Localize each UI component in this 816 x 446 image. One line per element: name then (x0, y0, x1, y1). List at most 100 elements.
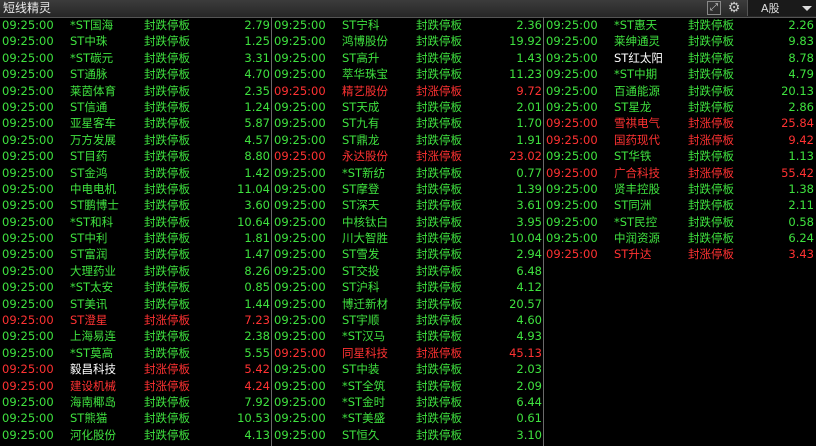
alert-row[interactable]: 09:25:00 ST鹏博士 封跌停板 3.60 (0, 197, 272, 213)
alert-row[interactable]: 09:25:00 精艺股份 封涨停板 9.72 (272, 83, 544, 99)
alert-row[interactable]: 09:25:00 ST高升 封跌停板 1.43 (272, 50, 544, 66)
alert-value: 9.72 (516, 83, 542, 98)
alert-row[interactable]: 09:25:00 ST宁科 封跌停板 2.36 (272, 17, 544, 33)
alert-row[interactable]: 09:25:00 博迁新材 封跌停板 20.57 (272, 296, 544, 312)
alert-status: 封跌停板 (416, 132, 462, 147)
alert-row[interactable]: 09:25:00 海南椰岛 封跌停板 7.92 (0, 394, 272, 410)
alert-row[interactable]: 09:25:00 毅昌科技 封涨停板 5.42 (0, 361, 272, 377)
alert-row[interactable]: 09:25:00 ST九有 封跌停板 1.70 (272, 115, 544, 131)
alert-row[interactable]: 09:25:00 上海易连 封跌停板 2.38 (0, 328, 272, 344)
alert-time: 09:25:00 (2, 214, 54, 229)
alert-time: 09:25:00 (274, 231, 326, 246)
alert-row[interactable]: 09:25:00 *ST全筑 封跌停板 2.09 (272, 378, 544, 394)
alert-row[interactable]: 09:25:00 萃华珠宝 封跌停板 11.23 (272, 66, 544, 82)
alert-row[interactable]: 09:25:00 *ST莫高 封跌停板 5.55 (0, 345, 272, 361)
alert-row[interactable]: 09:25:00 ST目药 封跌停板 8.80 (0, 148, 272, 164)
alert-row[interactable]: 09:25:00 ST富润 封跌停板 1.47 (0, 246, 272, 262)
market-select[interactable]: A股 (747, 0, 816, 16)
alert-time: 09:25:00 (2, 345, 54, 360)
alert-row[interactable]: 09:25:00 中电电机 封跌停板 11.04 (0, 181, 272, 197)
alert-row[interactable]: 09:25:00 ST同洲 封跌停板 2.11 (544, 197, 816, 213)
alert-row[interactable]: 09:25:00 ST摩登 封跌停板 1.39 (272, 181, 544, 197)
alert-row[interactable]: 09:25:00 中核钛白 封跌停板 3.95 (272, 214, 544, 230)
alert-time: 09:25:00 (546, 132, 598, 147)
alert-status: 封跌停板 (144, 214, 190, 229)
alert-row[interactable]: 09:25:00 ST恒久 封跌停板 3.10 (272, 427, 544, 443)
alert-row[interactable]: 09:25:00 *ST美盛 封跌停板 0.61 (272, 410, 544, 426)
alert-row[interactable]: 09:25:00 中润资源 封跌停板 6.24 (544, 230, 816, 246)
stock-name: ST升达 (614, 247, 652, 262)
alert-row[interactable]: 09:25:00 永达股份 封涨停板 23.02 (272, 148, 544, 164)
alert-time: 09:25:00 (2, 378, 54, 393)
alert-row[interactable]: 09:25:00 ST华铁 封跌停板 1.13 (544, 148, 816, 164)
alert-row[interactable]: 09:25:00 ST升达 封涨停板 3.43 (544, 246, 816, 262)
alert-time: 09:25:00 (2, 411, 54, 426)
alert-row[interactable]: 09:25:00 国药现代 封涨停板 9.42 (544, 132, 816, 148)
alert-row[interactable]: 09:25:00 大理药业 封跌停板 8.26 (0, 263, 272, 279)
alert-time: 09:25:00 (274, 280, 326, 295)
alert-row[interactable]: 09:25:00 *ST惠天 封跌停板 2.26 (544, 17, 816, 33)
alert-row[interactable]: 09:25:00 ST星龙 封跌停板 2.86 (544, 99, 816, 115)
alert-time: 09:25:00 (274, 296, 326, 311)
alert-row[interactable]: 09:25:00 *ST汉马 封跌停板 4.93 (272, 328, 544, 344)
alert-row[interactable]: 09:25:00 广合科技 封涨停板 55.42 (544, 165, 816, 181)
alert-row[interactable]: 09:25:00 ST雪发 封跌停板 2.94 (272, 246, 544, 262)
alert-row[interactable]: 09:25:00 鸿博股份 封跌停板 19.92 (272, 33, 544, 49)
alert-status: 封跌停板 (416, 214, 462, 229)
alert-value: 3.61 (516, 198, 542, 213)
alert-row[interactable]: 09:25:00 ST中珠 封跌停板 1.25 (0, 33, 272, 49)
alert-row[interactable]: 09:25:00 亚星客车 封跌停板 5.87 (0, 115, 272, 131)
alert-row[interactable]: 09:25:00 ST天成 封跌停板 2.01 (272, 99, 544, 115)
alert-row[interactable]: 09:25:00 ST鼎龙 封跌停板 1.91 (272, 132, 544, 148)
alert-row[interactable]: 09:25:00 建设机械 封涨停板 4.24 (0, 378, 272, 394)
alert-row[interactable]: 09:25:00 ST交投 封跌停板 6.48 (272, 263, 544, 279)
alert-status: 封涨停板 (416, 149, 462, 164)
alert-row[interactable]: 09:25:00 雪祺电气 封涨停板 25.84 (544, 115, 816, 131)
alert-time: 09:25:00 (2, 296, 54, 311)
alert-status: 封跌停板 (416, 329, 462, 344)
stock-name: 博迁新材 (342, 296, 388, 311)
alert-row[interactable]: 09:25:00 *ST和科 封跌停板 10.64 (0, 214, 272, 230)
alert-value: 3.95 (516, 214, 542, 229)
alert-row[interactable]: 09:25:00 ST红太阳 封跌停板 8.78 (544, 50, 816, 66)
alert-status: 封跌停板 (688, 231, 734, 246)
alert-row[interactable]: 09:25:00 *ST中期 封跌停板 4.79 (544, 66, 816, 82)
expand-icon[interactable]: ⤢ (707, 1, 721, 15)
alert-time: 09:25:00 (2, 427, 54, 442)
alert-row[interactable]: 09:25:00 ST熊猫 封跌停板 10.53 (0, 410, 272, 426)
alert-row[interactable]: 09:25:00 同星科技 封涨停板 45.13 (272, 345, 544, 361)
gear-icon[interactable]: ⚙ (727, 1, 741, 15)
column-divider (271, 17, 272, 446)
alert-row[interactable]: 09:25:00 ST中装 封跌停板 2.03 (272, 361, 544, 377)
alert-row[interactable]: 09:25:00 ST美讯 封跌停板 1.44 (0, 296, 272, 312)
alert-row[interactable]: 09:25:00 ST深天 封跌停板 3.61 (272, 197, 544, 213)
alert-row[interactable]: 09:25:00 *ST金时 封跌停板 6.44 (272, 394, 544, 410)
alert-row[interactable]: 09:25:00 贤丰控股 封跌停板 1.38 (544, 181, 816, 197)
alert-row[interactable]: 09:25:00 *ST碳元 封跌停板 3.31 (0, 50, 272, 66)
alert-row[interactable]: 09:25:00 ST沪科 封跌停板 4.12 (272, 279, 544, 295)
alert-status: 封跌停板 (144, 132, 190, 147)
alert-row[interactable]: 09:25:00 川大智胜 封跌停板 10.04 (272, 230, 544, 246)
alert-row[interactable]: 09:25:00 ST宇顺 封跌停板 4.60 (272, 312, 544, 328)
alert-row[interactable]: 09:25:00 莱绅通灵 封跌停板 9.83 (544, 33, 816, 49)
alert-row[interactable]: 09:25:00 ST通脉 封跌停板 4.70 (0, 66, 272, 82)
alert-row[interactable]: 09:25:00 百通能源 封跌停板 20.13 (544, 83, 816, 99)
alert-row[interactable]: 09:25:00 *ST民控 封跌停板 0.58 (544, 214, 816, 230)
alert-row[interactable]: 09:25:00 *ST国海 封跌停板 2.79 (0, 17, 272, 33)
alert-value: 4.70 (244, 67, 270, 82)
alert-row[interactable]: 09:25:00 *ST太安 封跌停板 0.85 (0, 279, 272, 295)
alert-row[interactable]: 09:25:00 ST信通 封跌停板 1.24 (0, 99, 272, 115)
alert-time: 09:25:00 (546, 99, 598, 114)
alert-row[interactable]: 09:25:00 河化股份 封跌停板 4.13 (0, 427, 272, 443)
alert-value: 1.38 (788, 181, 814, 196)
alert-row[interactable]: 09:25:00 *ST新纺 封跌停板 0.77 (272, 165, 544, 181)
stock-name: 国药现代 (614, 132, 660, 147)
alert-row[interactable]: 09:25:00 莱茵体育 封跌停板 2.35 (0, 83, 272, 99)
alert-row[interactable]: 09:25:00 ST金鸿 封跌停板 1.42 (0, 165, 272, 181)
alert-row[interactable]: 09:25:00 ST中利 封跌停板 1.81 (0, 230, 272, 246)
alert-time: 09:25:00 (546, 50, 598, 65)
stock-name: 广合科技 (614, 165, 660, 180)
stock-name: 河化股份 (70, 427, 116, 442)
alert-row[interactable]: 09:25:00 万方发展 封跌停板 4.57 (0, 132, 272, 148)
alert-row[interactable]: 09:25:00 ST澄星 封涨停板 7.23 (0, 312, 272, 328)
